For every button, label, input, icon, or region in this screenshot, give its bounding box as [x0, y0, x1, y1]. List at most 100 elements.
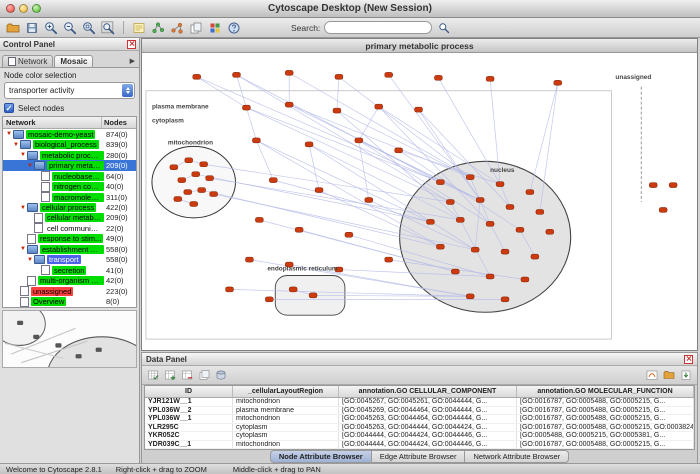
network-node[interactable] [546, 229, 554, 234]
tree-item-biological-process[interactable]: ▼biological_process839(0) [3, 139, 136, 149]
tree-expand-arrow-icon[interactable]: ▼ [19, 205, 27, 211]
tab-edge-attribute-browser[interactable]: Edge Attribute Browser [372, 450, 466, 463]
network-node[interactable] [269, 178, 277, 183]
network-node[interactable] [486, 274, 494, 279]
search-input[interactable] [324, 21, 432, 34]
first-neighbors-icon[interactable] [150, 20, 166, 36]
column-header-3[interactable]: annotation.GO MOLECULAR_FUNCTION [517, 386, 694, 397]
network-edge[interactable] [256, 140, 440, 246]
network-node[interactable] [436, 180, 444, 185]
network-node[interactable] [252, 138, 260, 143]
vizmapper-icon[interactable] [207, 20, 223, 36]
search-options-icon[interactable] [436, 20, 452, 36]
network-node[interactable] [496, 182, 504, 187]
tree-expand-arrow-icon[interactable]: ▼ [12, 142, 20, 148]
network-node[interactable] [451, 269, 459, 274]
tree-expand-arrow-icon[interactable]: ▼ [5, 131, 13, 137]
annotation-icon[interactable] [131, 20, 147, 36]
network-node[interactable] [486, 221, 494, 226]
tree-item-response-to-stim[interactable]: response to stim...49(0) [3, 234, 136, 244]
tree-item-metabolic-process[interactable]: ▼metabolic process280(0) [3, 150, 136, 160]
tree-column-network[interactable]: Network [3, 117, 102, 128]
tree-column-nodes[interactable]: Nodes [102, 118, 136, 127]
network-node[interactable] [242, 105, 250, 110]
tree-item-multi-organism-pr[interactable]: multi-organism pr...42(0) [3, 276, 136, 286]
network-node[interactable] [516, 227, 524, 232]
network-node[interactable] [245, 257, 253, 262]
network-edge[interactable] [359, 107, 379, 141]
node-color-select[interactable]: transporter activity [4, 82, 135, 99]
tab-network-attribute-browser[interactable]: Network Attribute Browser [465, 450, 569, 463]
column-header-1[interactable]: _cellularLayoutRegion [233, 386, 339, 397]
network-edge[interactable] [337, 111, 460, 220]
create-attribute-icon[interactable] [163, 368, 177, 382]
network-canvas[interactable]: plasma membranecytoplasmmitochondrionnuc… [142, 53, 697, 350]
help-icon[interactable] [226, 20, 242, 36]
network-node[interactable] [255, 217, 263, 222]
tree-item-nucleobase-con[interactable]: nucleobase-con...64(0) [3, 171, 136, 181]
network-node[interactable] [193, 74, 201, 79]
network-node[interactable] [456, 217, 464, 222]
network-view-title[interactable]: primary metabolic process [142, 39, 697, 53]
network-node[interactable] [185, 158, 193, 163]
network-node[interactable] [486, 76, 494, 81]
table-row[interactable]: YPL036W__1mitochondrion[GO:0045263, GO:0… [145, 415, 694, 424]
column-header-0[interactable]: ID [145, 386, 233, 397]
tree-item-cellular-process[interactable]: ▼cellular process422(0) [3, 202, 136, 212]
network-edge[interactable] [289, 73, 470, 177]
network-node[interactable] [226, 287, 234, 292]
open-folder-icon[interactable] [5, 20, 21, 36]
network-node[interactable] [315, 188, 323, 193]
column-header-2[interactable]: annotation.GO CELLULAR_COMPONENT [339, 386, 517, 397]
tree-expand-arrow-icon[interactable]: ▼ [26, 163, 34, 169]
database-icon[interactable] [214, 368, 228, 382]
network-node[interactable] [365, 198, 373, 203]
network-node[interactable] [289, 287, 297, 292]
tree-expand-arrow-icon[interactable]: ▼ [19, 152, 27, 158]
zoom-fit-icon[interactable] [100, 20, 116, 36]
network-node[interactable] [426, 219, 434, 224]
zoom-in-icon[interactable] [43, 20, 59, 36]
network-node[interactable] [471, 247, 479, 252]
open-attribute-file-icon[interactable] [662, 368, 676, 382]
tree-item-cellular-metabol[interactable]: cellular metabol...209(0) [3, 213, 136, 223]
network-node[interactable] [174, 197, 182, 202]
network-node[interactable] [170, 165, 178, 170]
network-node[interactable] [466, 294, 474, 299]
network-node[interactable] [295, 227, 303, 232]
function-builder-icon[interactable] [645, 368, 659, 382]
close-window-button[interactable] [6, 4, 15, 13]
clear-attribute-icon[interactable] [197, 368, 211, 382]
network-node[interactable] [531, 254, 539, 259]
network-node[interactable] [198, 188, 206, 193]
tab-network[interactable]: Network [2, 55, 53, 67]
network-node[interactable] [476, 198, 484, 203]
control-panel-float-icon[interactable] [127, 40, 136, 49]
network-edge[interactable] [337, 77, 339, 111]
network-node[interactable] [206, 176, 214, 181]
table-row[interactable]: YJR121W__1mitochondrion[GO:0045267, GO:0… [145, 398, 694, 407]
network-node[interactable] [178, 178, 186, 183]
zoom-out-icon[interactable] [62, 20, 78, 36]
tree-item-overview[interactable]: Overview8(0) [3, 297, 136, 307]
network-node[interactable] [446, 200, 454, 205]
network-node[interactable] [309, 293, 317, 298]
network-node[interactable] [285, 102, 293, 107]
select-stepper-icon[interactable] [122, 84, 133, 97]
select-nodes-checkbox[interactable]: ✓ [4, 103, 14, 113]
network-edge[interactable] [197, 77, 441, 182]
network-node[interactable] [506, 204, 514, 209]
tree-item-unassigned[interactable]: unassigned223(0) [3, 286, 136, 296]
tree-expand-arrow-icon[interactable]: ▼ [19, 246, 27, 252]
network-node[interactable] [501, 297, 509, 302]
network-node[interactable] [521, 277, 529, 282]
network-node[interactable] [305, 142, 313, 147]
table-row[interactable]: YDR039C__1mitochondrion[GO:0044444, GO:0… [145, 441, 694, 450]
network-edge[interactable] [256, 140, 273, 180]
maximize-window-button[interactable] [32, 4, 41, 13]
network-node[interactable] [385, 257, 393, 262]
tab-overflow-icon[interactable]: ▶ [130, 57, 137, 67]
network-node[interactable] [233, 72, 241, 77]
network-edge[interactable] [289, 105, 470, 178]
tab-mosaic[interactable]: Mosaic [54, 55, 93, 67]
